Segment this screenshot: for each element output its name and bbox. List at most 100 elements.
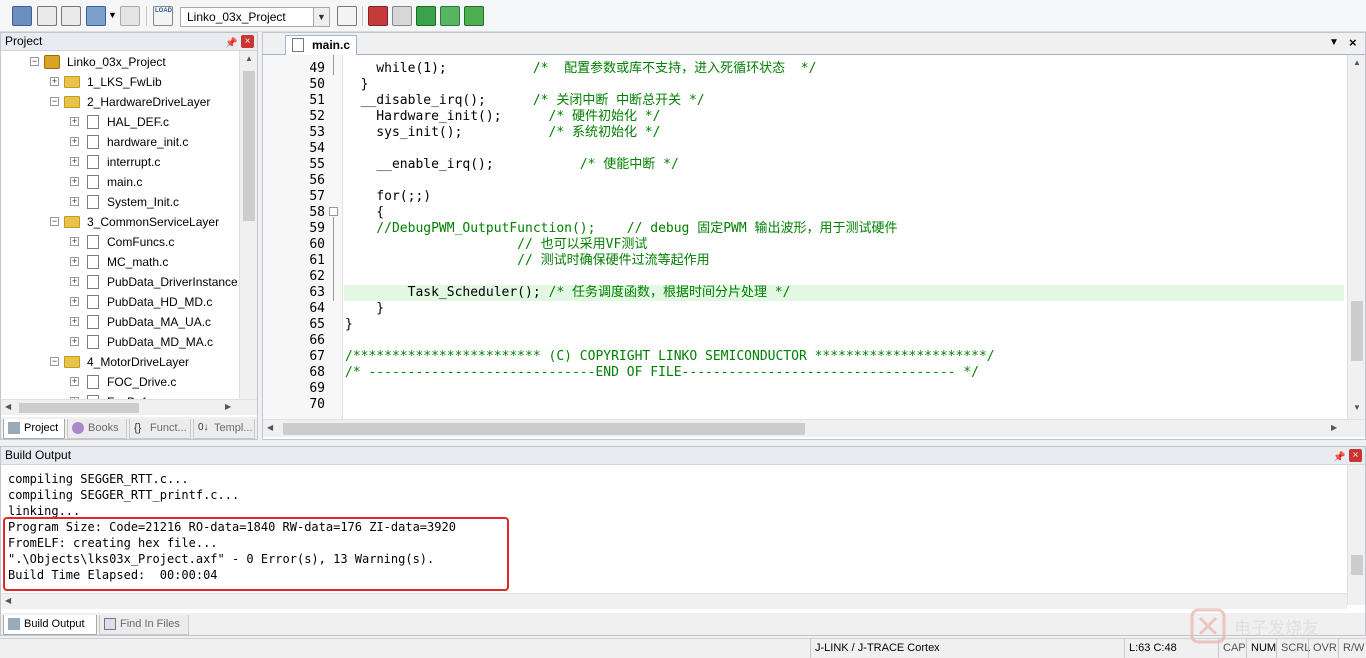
- scroll-up-arrow[interactable]: ▲: [1353, 58, 1361, 67]
- code-area[interactable]: 49 while(1); /* 配置参数或库不支持，进入死循环状态 */ 50 }…: [263, 55, 1347, 419]
- scroll-right-arrow[interactable]: ▶: [1331, 423, 1337, 432]
- close-icon[interactable]: ×: [1349, 449, 1362, 462]
- rebuild-icon[interactable]: [61, 6, 81, 26]
- manage-components-icon[interactable]: [368, 6, 388, 26]
- expander-icon[interactable]: +: [70, 177, 79, 186]
- pin-icon[interactable]: 📌: [1333, 449, 1345, 466]
- tree-file[interactable]: + main.c: [1, 172, 239, 192]
- close-icon[interactable]: ×: [1349, 35, 1357, 50]
- file-extensions-icon[interactable]: [392, 6, 412, 26]
- tree-file[interactable]: + ComFuncs.c: [1, 232, 239, 252]
- load-button[interactable]: LOAD: [153, 6, 173, 26]
- scroll-down-arrow[interactable]: ▼: [1353, 403, 1361, 412]
- expander-icon[interactable]: −: [50, 97, 59, 106]
- pack-installer-icon[interactable]: [416, 6, 436, 26]
- tab-project-label: Project: [24, 422, 59, 434]
- select-packs-icon[interactable]: [440, 6, 460, 26]
- scroll-left-arrow[interactable]: ◀: [267, 423, 273, 432]
- chevron-down-icon[interactable]: ▼: [313, 8, 329, 26]
- tree-item-label: 1_LKS_FwLib: [87, 75, 162, 89]
- scroll-thumb[interactable]: [1351, 555, 1363, 575]
- editor-vscroll[interactable]: ▲ ▼: [1347, 55, 1365, 419]
- tree-folder[interactable]: +1_LKS_FwLib: [1, 72, 239, 92]
- tree-file[interactable]: + hardware_init.c: [1, 132, 239, 152]
- expander-icon[interactable]: +: [70, 377, 79, 386]
- options-for-target-icon[interactable]: [337, 6, 357, 26]
- line-number: 63: [309, 285, 325, 300]
- code-line: /* -----------------------------END OF F…: [345, 365, 979, 380]
- build-vscroll[interactable]: [1347, 465, 1365, 605]
- scroll-up-arrow[interactable]: ▲: [245, 54, 253, 63]
- tree-file[interactable]: + PubData_MA_UA.c: [1, 312, 239, 332]
- batch-build-icon[interactable]: [86, 6, 106, 26]
- target-select[interactable]: Linko_03x_Project ▼: [180, 7, 330, 27]
- tree-file[interactable]: + MC_math.c: [1, 252, 239, 272]
- scroll-thumb[interactable]: [243, 71, 255, 221]
- expander-icon[interactable]: +: [70, 297, 79, 306]
- expander-icon[interactable]: +: [70, 157, 79, 166]
- tab-templates[interactable]: 0↓ Templ...: [193, 419, 255, 439]
- build-hscroll[interactable]: ◀: [1, 593, 1347, 609]
- tree-file[interactable]: + PubData_DriverInstance.c: [1, 272, 239, 292]
- watermark-text: 电子发烧友: [1234, 619, 1319, 639]
- line-number: 65: [309, 317, 325, 332]
- project-tab-icon: [8, 422, 20, 434]
- stop-build-icon[interactable]: [120, 6, 140, 26]
- expander-icon[interactable]: +: [70, 237, 79, 246]
- editor-hscroll[interactable]: ◀ ▶: [263, 419, 1365, 437]
- tree-root[interactable]: − Linko_03x_Project: [1, 52, 239, 72]
- tab-books[interactable]: Books: [67, 419, 127, 439]
- tree-folder[interactable]: − 4_MotorDriveLayer: [1, 352, 239, 372]
- tree-folder[interactable]: − 3_CommonServiceLayer: [1, 212, 239, 232]
- expander-icon[interactable]: −: [30, 57, 39, 66]
- tree-file[interactable]: + FOC_Drive.c: [1, 372, 239, 392]
- file-icon: [87, 155, 99, 169]
- tree-folder[interactable]: − 2_HardwareDriveLayer: [1, 92, 239, 112]
- code-comment: /* 系统初始化 */: [548, 125, 661, 140]
- scroll-left-arrow[interactable]: ◀: [5, 402, 11, 411]
- chevron-down-icon[interactable]: ▼: [1329, 37, 1339, 48]
- tab-main-c[interactable]: main.c: [285, 35, 357, 55]
- project-vscroll[interactable]: ▲: [239, 51, 257, 415]
- expander-icon[interactable]: −: [50, 217, 59, 226]
- tab-functions[interactable]: {} Funct...: [129, 419, 191, 439]
- scroll-thumb[interactable]: [283, 423, 805, 435]
- code-comment: /* 使能中断 */: [579, 157, 679, 172]
- tab-build-output[interactable]: Build Output: [3, 615, 97, 635]
- expander-icon[interactable]: +: [70, 337, 79, 346]
- expander-icon[interactable]: +: [70, 277, 79, 286]
- pin-icon[interactable]: 📌: [225, 35, 237, 52]
- line-number: 50: [309, 77, 325, 92]
- fold-icon[interactable]: [329, 207, 338, 216]
- expander-icon[interactable]: +: [70, 117, 79, 126]
- expander-icon[interactable]: +: [70, 257, 79, 266]
- expander-icon[interactable]: +: [70, 137, 79, 146]
- scroll-right-arrow[interactable]: ▶: [225, 402, 231, 411]
- braces-icon: {}: [134, 422, 142, 434]
- file-icon: [87, 235, 99, 249]
- tab-project[interactable]: Project: [3, 419, 65, 439]
- close-icon[interactable]: ×: [241, 35, 254, 48]
- tab-find-in-files[interactable]: Find In Files: [99, 615, 189, 635]
- code-line: // 也可以采用VF测试: [345, 237, 648, 252]
- stack-icon[interactable]: [12, 6, 32, 26]
- expander-icon[interactable]: −: [50, 357, 59, 366]
- expander-icon[interactable]: +: [70, 197, 79, 206]
- tree-file[interactable]: + PubData_MD_MA.c: [1, 332, 239, 352]
- project-panel-title-text: Project: [5, 34, 43, 48]
- scroll-thumb[interactable]: [1351, 301, 1363, 361]
- tree-file[interactable]: + PubData_HD_MD.c: [1, 292, 239, 312]
- project-hscroll[interactable]: ◀ ▶: [1, 399, 257, 415]
- expander-icon[interactable]: +: [50, 77, 59, 86]
- scroll-left-arrow[interactable]: ◀: [5, 596, 11, 605]
- expander-icon[interactable]: +: [70, 317, 79, 326]
- tree-file[interactable]: + interrupt.c: [1, 152, 239, 172]
- scroll-thumb[interactable]: [19, 403, 139, 413]
- build-icon[interactable]: [37, 6, 57, 26]
- build-tabs: Build Output Find In Files: [1, 613, 1365, 635]
- tree-file[interactable]: + HAL_DEF.c: [1, 112, 239, 132]
- chevron-down-icon[interactable]: ▼: [108, 10, 117, 20]
- run-time-environment-icon[interactable]: [464, 6, 484, 26]
- code-line: for(;;): [345, 189, 432, 204]
- tree-file[interactable]: + System_Init.c: [1, 192, 239, 212]
